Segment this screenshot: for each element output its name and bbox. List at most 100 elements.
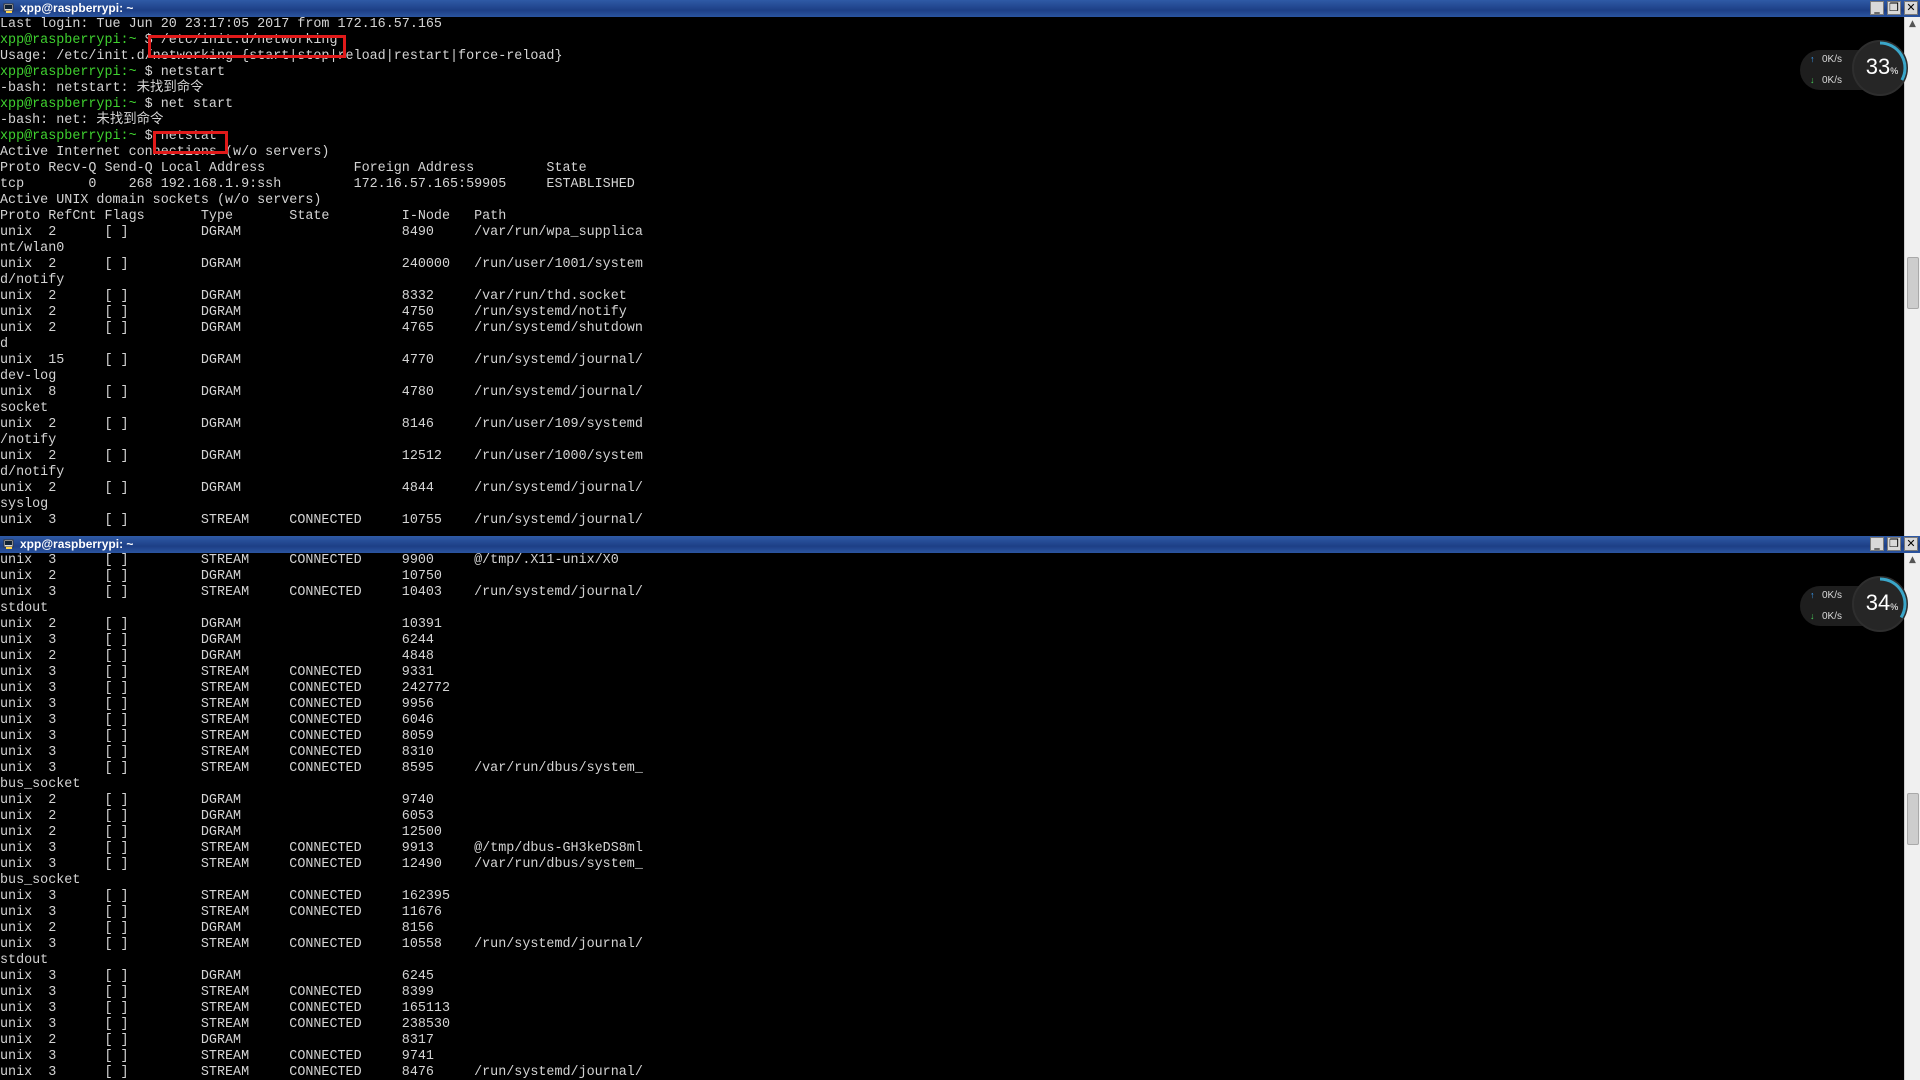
title-bar[interactable]: xpp@raspberrypi: ~ _ ❐ ✕ [0, 536, 1920, 553]
terminal-line: Last login: Tue Jun 20 23:17:05 2017 fro… [0, 17, 442, 32]
window-title: xpp@raspberrypi: ~ [20, 1, 134, 15]
terminal-line: unix 2 [ ] DGRAM 8146 /run/user/109/syst… [0, 417, 643, 432]
terminal-output[interactable]: unix 3 [ ] STREAM CONNECTED 9900 @/tmp/.… [0, 553, 1905, 1080]
terminal-line: unix 3 [ ] STREAM CONNECTED 8310 [0, 745, 434, 760]
upload-arrow-icon: ↑ [1810, 54, 1815, 64]
terminal-line: /notify [0, 433, 57, 448]
terminal-line: unix 2 [ ] DGRAM 12512 /run/user/1000/sy… [0, 449, 643, 464]
terminal-line: unix 3 [ ] STREAM CONNECTED 8059 [0, 729, 434, 744]
terminal-lines: unix 3 [ ] STREAM CONNECTED 9900 @/tmp/.… [0, 553, 1905, 1080]
terminal-line: xpp@raspberrypi:~ $ net start [0, 97, 1905, 113]
terminal-line: Proto RefCnt Flags Type State I-Node Pat… [0, 209, 507, 224]
terminal-output[interactable]: Last login: Tue Jun 20 23:17:05 2017 fro… [0, 17, 1905, 536]
terminal-line: d [0, 337, 9, 352]
command-text: $ netstat [136, 129, 217, 144]
terminal-line: Active Internet connections (w/o servers… [0, 145, 330, 160]
terminal-line: xpp@raspberrypi:~ $ /etc/init.d/networki… [0, 33, 1905, 49]
upload-speed: ↑ 0K/s [1810, 590, 1843, 601]
shell-prompt: xpp@raspberrypi:~ [0, 129, 137, 144]
download-speed: ↓ 0K/s [1810, 75, 1843, 86]
terminal-line: -bash: netstart: 未找到命令 [0, 81, 204, 96]
command-text: $ netstart [136, 65, 226, 80]
terminal-line: unix 3 [ ] STREAM CONNECTED 9913 @/tmp/d… [0, 841, 643, 856]
close-button[interactable]: ✕ [1904, 537, 1918, 551]
terminal-line: bus_socket [0, 777, 81, 792]
terminal-line: unix 3 [ ] STREAM CONNECTED 238530 [0, 1017, 450, 1032]
network-monitor-widget[interactable]: ↑ 0K/s ↓ 0K/s 34% [1800, 576, 1908, 636]
terminal-line: unix 2 [ ] DGRAM 12500 [0, 825, 442, 840]
terminal-line: bus_socket [0, 873, 81, 888]
terminal-line: unix 3 [ ] STREAM CONNECTED 242772 [0, 681, 450, 696]
shell-prompt: xpp@raspberrypi:~ [0, 65, 137, 80]
terminal-line: unix 3 [ ] STREAM CONNECTED 162395 [0, 889, 450, 904]
download-arrow-icon: ↓ [1810, 611, 1815, 621]
terminal-lines: Last login: Tue Jun 20 23:17:05 2017 fro… [0, 17, 1905, 529]
terminal-line: stdout [0, 601, 49, 616]
terminal-line: unix 3 [ ] STREAM CONNECTED 8595 /var/ru… [0, 761, 643, 776]
network-monitor-widget[interactable]: ↑ 0K/s ↓ 0K/s 33% [1800, 40, 1908, 100]
terminal-line: unix 2 [ ] DGRAM 6053 [0, 809, 434, 824]
terminal-window-bottom[interactable]: xpp@raspberrypi: ~ _ ❐ ✕ unix 3 [ ] STRE… [0, 536, 1920, 1080]
terminal-line: nt/wlan0 [0, 241, 65, 256]
terminal-line: unix 3 [ ] STREAM CONNECTED 8476 /run/sy… [0, 1065, 643, 1080]
terminal-line: unix 3 [ ] STREAM CONNECTED 9900 @/tmp/.… [0, 553, 619, 568]
upload-speed: ↑ 0K/s [1810, 54, 1843, 65]
command-text: $ /etc/init.d/networking [136, 33, 338, 48]
putty-icon [3, 539, 14, 549]
scrollbar-thumb[interactable] [1907, 793, 1919, 845]
terminal-line: Usage: /etc/init.d/networking {start|sto… [0, 49, 563, 64]
terminal-line: unix 3 [ ] DGRAM 6245 [0, 969, 434, 984]
terminal-line: unix 2 [ ] DGRAM 4848 [0, 649, 434, 664]
terminal-line: unix 15 [ ] DGRAM 4770 /run/systemd/jour… [0, 353, 643, 368]
terminal-line: -bash: net: 未找到命令 [0, 113, 164, 128]
terminal-line: d/notify [0, 273, 65, 288]
terminal-line: unix 3 [ ] STREAM CONNECTED 165113 [0, 1001, 450, 1016]
terminal-line: tcp 0 268 192.168.1.9:ssh 172.16.57.165:… [0, 177, 635, 192]
terminal-line: unix 3 [ ] STREAM CONNECTED 10755 /run/s… [0, 513, 643, 528]
terminal-line: unix 2 [ ] DGRAM 8317 [0, 1033, 434, 1048]
minimize-button[interactable]: _ [1870, 537, 1884, 551]
shell-prompt: xpp@raspberrypi:~ [0, 97, 137, 112]
terminal-window-top[interactable]: xpp@raspberrypi: ~ _ ❐ ✕ Last login: Tue… [0, 0, 1920, 536]
terminal-line: unix 3 [ ] STREAM CONNECTED 10558 /run/s… [0, 937, 643, 952]
scroll-up-arrow-icon[interactable]: ▲ [1905, 553, 1920, 568]
usage-arc [1879, 577, 1907, 619]
terminal-line: unix 2 [ ] DGRAM 240000 /run/user/1001/s… [0, 257, 643, 272]
terminal-line: unix 2 [ ] DGRAM 9740 [0, 793, 434, 808]
upload-arrow-icon: ↑ [1810, 590, 1815, 600]
terminal-line: unix 2 [ ] DGRAM 10750 [0, 569, 442, 584]
restore-button[interactable]: ❐ [1887, 537, 1901, 551]
terminal-line: unix 3 [ ] STREAM CONNECTED 11676 [0, 905, 442, 920]
terminal-line: Proto Recv-Q Send-Q Local Address Foreig… [0, 161, 587, 176]
usage-ring [1879, 41, 1907, 81]
terminal-line: unix 3 [ ] STREAM CONNECTED 9956 [0, 697, 434, 712]
terminal-line: unix 3 [ ] STREAM CONNECTED 12490 /var/r… [0, 857, 643, 872]
download-arrow-icon: ↓ [1810, 75, 1815, 85]
usage-ring [1879, 577, 1907, 619]
title-bar[interactable]: xpp@raspberrypi: ~ _ ❐ ✕ [0, 0, 1920, 17]
terminal-line: Active UNIX domain sockets (w/o servers) [0, 193, 322, 208]
terminal-line: unix 3 [ ] STREAM CONNECTED 10403 /run/s… [0, 585, 643, 600]
terminal-line: unix 2 [ ] DGRAM 10391 [0, 617, 442, 632]
scrollbar-thumb[interactable] [1907, 257, 1919, 309]
terminal-line: unix 3 [ ] STREAM CONNECTED 8399 [0, 985, 434, 1000]
putty-icon [3, 3, 14, 13]
close-button[interactable]: ✕ [1904, 1, 1918, 15]
terminal-line: unix 2 [ ] DGRAM 4765 /run/systemd/shutd… [0, 321, 643, 336]
scroll-up-arrow-icon[interactable]: ▲ [1905, 17, 1920, 32]
usage-arc [1879, 41, 1907, 81]
terminal-line: unix 2 [ ] DGRAM 8490 /var/run/wpa_suppl… [0, 225, 643, 240]
terminal-line: unix 3 [ ] STREAM CONNECTED 9741 [0, 1049, 434, 1064]
restore-button[interactable]: ❐ [1887, 1, 1901, 15]
minimize-button[interactable]: _ [1870, 1, 1884, 15]
download-speed: ↓ 0K/s [1810, 611, 1843, 622]
terminal-line: unix 2 [ ] DGRAM 4750 /run/systemd/notif… [0, 305, 627, 320]
terminal-line: unix 2 [ ] DGRAM 8332 /var/run/thd.socke… [0, 289, 627, 304]
terminal-line: d/notify [0, 465, 65, 480]
terminal-line: dev-log [0, 369, 57, 384]
terminal-line: stdout [0, 953, 49, 968]
shell-prompt: xpp@raspberrypi:~ [0, 33, 137, 48]
window-title: xpp@raspberrypi: ~ [20, 537, 134, 551]
terminal-line: unix 2 [ ] DGRAM 4844 /run/systemd/journ… [0, 481, 643, 496]
command-text: $ net start [136, 97, 234, 112]
